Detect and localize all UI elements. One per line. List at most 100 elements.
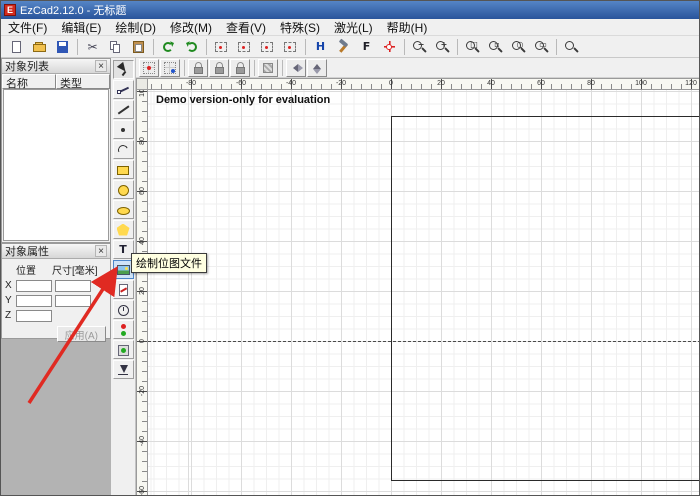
x-position-input[interactable] [16,280,52,292]
copy-button[interactable] [104,37,127,57]
fill-display-button[interactable] [258,59,278,77]
mirrorh-icon [289,61,304,75]
title-bar: E EzCad2.12.0 - 无标题 [1,1,700,19]
polygon-tool-button[interactable] [113,220,134,239]
clock-icon [116,303,131,317]
horizontal-ruler[interactable]: -80-60-40-20020406080100120 [148,78,700,90]
param-hammer-button[interactable] [332,37,355,57]
menu-special[interactable]: 特殊(S) [273,18,327,37]
mirror-horizontal-button[interactable] [286,59,306,77]
rect-icon [116,163,131,177]
redo-icon [184,40,199,54]
curve-tool-button[interactable] [113,140,134,159]
toolbar-separator [282,60,283,76]
object-list-panel: 对象列表 × 名称 类型 [1,58,111,243]
ruler-label: 100 [138,90,148,101]
laser-target-button[interactable] [378,37,401,57]
lock-icon [233,61,248,75]
object-list[interactable] [3,89,109,241]
drawing-canvas[interactable]: Demo version-only for evaluation [148,90,700,496]
lock-y-button[interactable] [209,59,229,77]
open-button[interactable] [28,37,51,57]
toolbar-separator [254,60,255,76]
pick-object-3-button[interactable] [256,37,279,57]
x-row: X [2,278,110,293]
vertical-ruler[interactable]: 100806040200-20-40-60 [136,90,148,496]
column-header-name[interactable]: 名称 [2,74,56,89]
snap-grid-button[interactable] [139,59,159,77]
ruler-label: -60 [236,80,246,87]
redo-button[interactable] [180,37,203,57]
cut-icon: ✂ [85,40,100,54]
ioin-icon [116,323,131,337]
x-size-input[interactable] [55,280,91,292]
input-port-tool-button[interactable] [113,320,134,339]
new-button[interactable] [5,37,28,57]
vector-file-tool-button[interactable] [113,280,134,299]
z-position-input[interactable] [16,310,52,322]
circle-tool-button[interactable] [113,180,134,199]
toolbar-separator [184,60,185,76]
zoom-all-button[interactable]: ○ [507,37,530,57]
work-area-rect [391,116,700,481]
timer-tool-button[interactable] [113,300,134,319]
menu-help[interactable]: 帮助(H) [380,18,435,37]
vector-icon [116,283,131,297]
cut-button[interactable]: ✂ [81,37,104,57]
zoom-out-button[interactable]: − [408,37,431,57]
polygon-icon [116,223,131,237]
snap-object-button[interactable] [160,59,180,77]
node-icon [116,83,131,97]
close-icon[interactable]: × [95,245,107,257]
lock-x-button[interactable] [188,59,208,77]
rectangle-tool-button[interactable] [113,160,134,179]
line-tool-button[interactable] [113,100,134,119]
pan-button[interactable] [560,37,583,57]
ruler-label: 0 [138,331,148,351]
paste-button[interactable] [127,37,150,57]
column-header-type[interactable]: 类型 [56,74,110,89]
object-list-title: 对象列表 [5,58,49,74]
node-edit-tool-button[interactable] [113,80,134,99]
z-row: Z [2,308,110,323]
menu-laser[interactable]: 激光(L) [327,18,380,37]
zoom-page-button[interactable]: ▭ [530,37,553,57]
y-size-input[interactable] [55,295,91,307]
mirror-vertical-button[interactable] [307,59,327,77]
menu-view[interactable]: 查看(V) [219,18,273,37]
hatch-button[interactable]: H [309,37,332,57]
lock-z-button[interactable] [230,59,250,77]
close-icon[interactable]: × [95,60,107,72]
menu-draw[interactable]: 绘制(D) [108,18,163,37]
menu-modify[interactable]: 修改(M) [163,18,219,37]
font-param-button[interactable]: F [355,37,378,57]
properties-title: 对象属性 [5,243,49,259]
seldot-icon [214,40,229,54]
save-button[interactable] [51,37,74,57]
motion-tool-button[interactable] [113,360,134,379]
zoom-in-button[interactable]: + [431,37,454,57]
pick-object-4-button[interactable] [279,37,302,57]
select-tool-button[interactable] [113,60,134,79]
toolbar-separator [457,39,458,55]
ruler-label: 20 [138,281,148,301]
ruler-label: 0 [389,80,393,87]
point-tool-button[interactable] [113,120,134,139]
pick-object-1-button[interactable] [210,37,233,57]
pick-object-2-button[interactable] [233,37,256,57]
output-port-tool-button[interactable] [113,340,134,359]
menu-edit[interactable]: 编辑(E) [54,18,108,37]
y-position-input[interactable] [16,295,52,307]
left-dock: 对象列表 × 名称 类型 对象属性 × 位置 尺寸[毫米] X [1,58,111,496]
zoom-object-button[interactable]: ▫ [484,37,507,57]
undo-button[interactable] [157,37,180,57]
menu-file[interactable]: 文件(F) [1,18,54,37]
draw-toolbar: T [111,58,136,496]
ruler-label: -20 [138,381,148,401]
apply-button[interactable]: 应用(A) [57,326,106,342]
ruler-label: 60 [537,80,545,87]
zoom-window-button[interactable]: □ [461,37,484,57]
font-icon: F [359,40,374,54]
ellipse-tool-button[interactable] [113,200,134,219]
object-list-titlebar: 对象列表 × [2,59,110,74]
